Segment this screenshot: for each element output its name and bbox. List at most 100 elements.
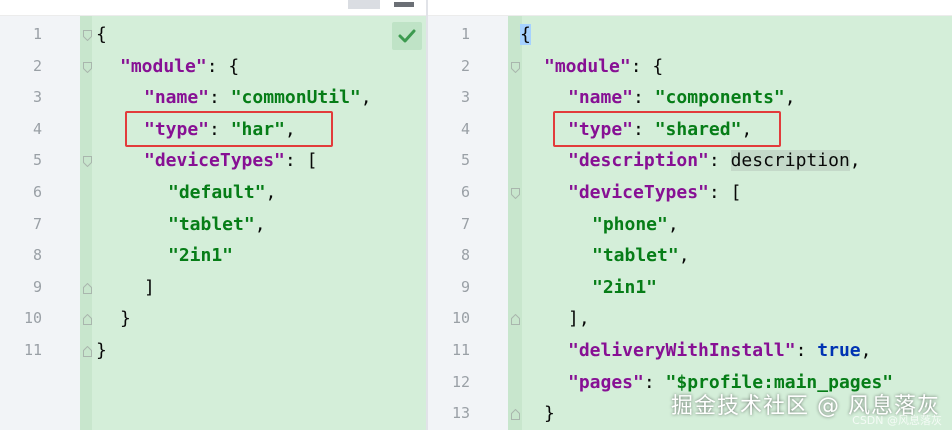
code-text[interactable]: ], (520, 303, 590, 335)
highlight-box-type-shared (553, 111, 781, 147)
code-line[interactable]: 6 "deviceTypes": [ (428, 177, 952, 209)
code-line[interactable]: 6 "default", (0, 177, 426, 209)
code-line[interactable]: 3 "name": "components", (428, 82, 952, 114)
line-number[interactable]: 2 (428, 51, 470, 83)
code-text[interactable]: "2in1" (96, 240, 233, 272)
code-text[interactable]: { (96, 19, 107, 51)
fold-open-icon[interactable] (83, 61, 92, 73)
code-text[interactable]: "deviceTypes": [ (520, 177, 741, 209)
code-text[interactable]: "deviceTypes": [ (96, 145, 317, 177)
code-text[interactable]: "phone", (520, 209, 679, 241)
code-line[interactable]: 8 "2in1" (0, 240, 426, 272)
line-number[interactable]: 10 (428, 303, 470, 335)
line-number[interactable]: 1 (0, 19, 42, 51)
line-number[interactable]: 4 (0, 114, 42, 146)
code-line[interactable]: 11 "deliveryWithInstall": true, (428, 335, 952, 367)
code-text[interactable]: "name": "components", (520, 82, 796, 114)
line-number[interactable]: 7 (0, 209, 42, 241)
code-token: "tablet" (592, 245, 679, 267)
code-line[interactable]: 8 "tablet", (428, 240, 952, 272)
code-text[interactable]: } (96, 335, 107, 367)
right-toolbar (428, 0, 952, 16)
code-text[interactable]: "module": { (96, 51, 239, 83)
line-number[interactable]: 9 (428, 272, 470, 304)
line-number[interactable]: 5 (428, 145, 470, 177)
line-number[interactable]: 5 (0, 145, 42, 177)
fold-open-icon[interactable] (511, 61, 520, 73)
code-text[interactable]: } (96, 303, 131, 335)
line-number[interactable]: 11 (428, 335, 470, 367)
line-number[interactable]: 10 (0, 303, 42, 335)
code-line[interactable]: 1{ (428, 19, 952, 51)
line-number[interactable]: 6 (428, 177, 470, 209)
code-text[interactable]: "module": { (520, 51, 663, 83)
code-token: , (860, 340, 872, 361)
fold-close-icon[interactable] (83, 282, 92, 294)
code-text[interactable]: "default", (96, 177, 276, 209)
fold-open-icon[interactable] (83, 156, 92, 168)
line-number[interactable]: 8 (428, 240, 470, 272)
code-token: , (254, 213, 266, 235)
code-line[interactable]: 2 "module": { (428, 51, 952, 83)
code-token: "name" (144, 87, 210, 109)
fold-close-icon[interactable] (511, 314, 520, 326)
code-line[interactable]: 5 "deviceTypes": [ (0, 145, 426, 177)
code-token: , (678, 245, 690, 267)
code-line[interactable]: 7 "tablet", (0, 209, 426, 241)
code-text[interactable]: { (520, 19, 531, 51)
line-number[interactable]: 12 (428, 367, 470, 399)
line-number[interactable]: 3 (428, 82, 470, 114)
fold-open-icon[interactable] (83, 30, 92, 41)
code-token: } (96, 340, 107, 361)
code-token: "deliveryWithInstall" (568, 340, 796, 361)
collapse-icon[interactable] (394, 2, 414, 7)
minimize-icon[interactable] (348, 0, 380, 9)
code-line[interactable]: 9] (0, 272, 426, 304)
line-number[interactable]: 7 (428, 209, 470, 241)
line-number[interactable]: 13 (428, 398, 470, 430)
code-line[interactable]: 5 "description": description, (428, 145, 952, 177)
code-line[interactable]: 11} (0, 335, 426, 367)
code-token: "name" (568, 87, 634, 109)
code-token: "components" (654, 87, 785, 109)
code-token: "tablet" (168, 213, 255, 235)
code-text[interactable]: "description": description, (520, 145, 861, 177)
line-number[interactable]: 2 (0, 51, 42, 83)
code-token: ], (568, 308, 590, 330)
code-line[interactable]: 10], (428, 303, 952, 335)
fold-close-icon[interactable] (83, 314, 92, 326)
code-line[interactable]: 7 "phone", (428, 209, 952, 241)
fold-close-icon[interactable] (511, 409, 520, 421)
code-text[interactable]: "2in1" (520, 272, 657, 304)
line-number[interactable]: 4 (428, 114, 470, 146)
code-token: } (544, 403, 555, 425)
code-text[interactable]: "tablet", (96, 209, 266, 241)
code-token: { (520, 24, 531, 45)
line-number[interactable]: 3 (0, 82, 42, 114)
code-token: : (209, 87, 231, 109)
code-token: "2in1" (168, 245, 234, 267)
code-token: : { (630, 55, 664, 77)
line-number[interactable]: 11 (0, 335, 42, 367)
code-text[interactable]: ] (96, 272, 155, 304)
fold-open-icon[interactable] (511, 188, 520, 199)
line-number[interactable]: 1 (428, 19, 470, 51)
code-text[interactable]: } (520, 398, 555, 430)
code-line[interactable]: 2 "module": { (0, 51, 426, 83)
code-token: } (120, 308, 131, 330)
line-number[interactable]: 6 (0, 177, 42, 209)
code-text[interactable]: "name": "commonUtil", (96, 82, 372, 114)
line-number[interactable]: 8 (0, 240, 42, 272)
code-token: , (784, 87, 796, 109)
code-token: : [ (284, 150, 318, 172)
code-line[interactable]: 1{ (0, 19, 426, 51)
code-line[interactable]: 10} (0, 303, 426, 335)
code-text[interactable]: "deliveryWithInstall": true, (520, 335, 871, 367)
code-line[interactable]: 9 "2in1" (428, 272, 952, 304)
fold-close-icon[interactable] (83, 346, 92, 357)
code-token: "module" (120, 55, 207, 77)
line-number[interactable]: 9 (0, 272, 42, 304)
code-token: , (667, 213, 679, 235)
code-line[interactable]: 3 "name": "commonUtil", (0, 82, 426, 114)
code-text[interactable]: "tablet", (520, 240, 690, 272)
